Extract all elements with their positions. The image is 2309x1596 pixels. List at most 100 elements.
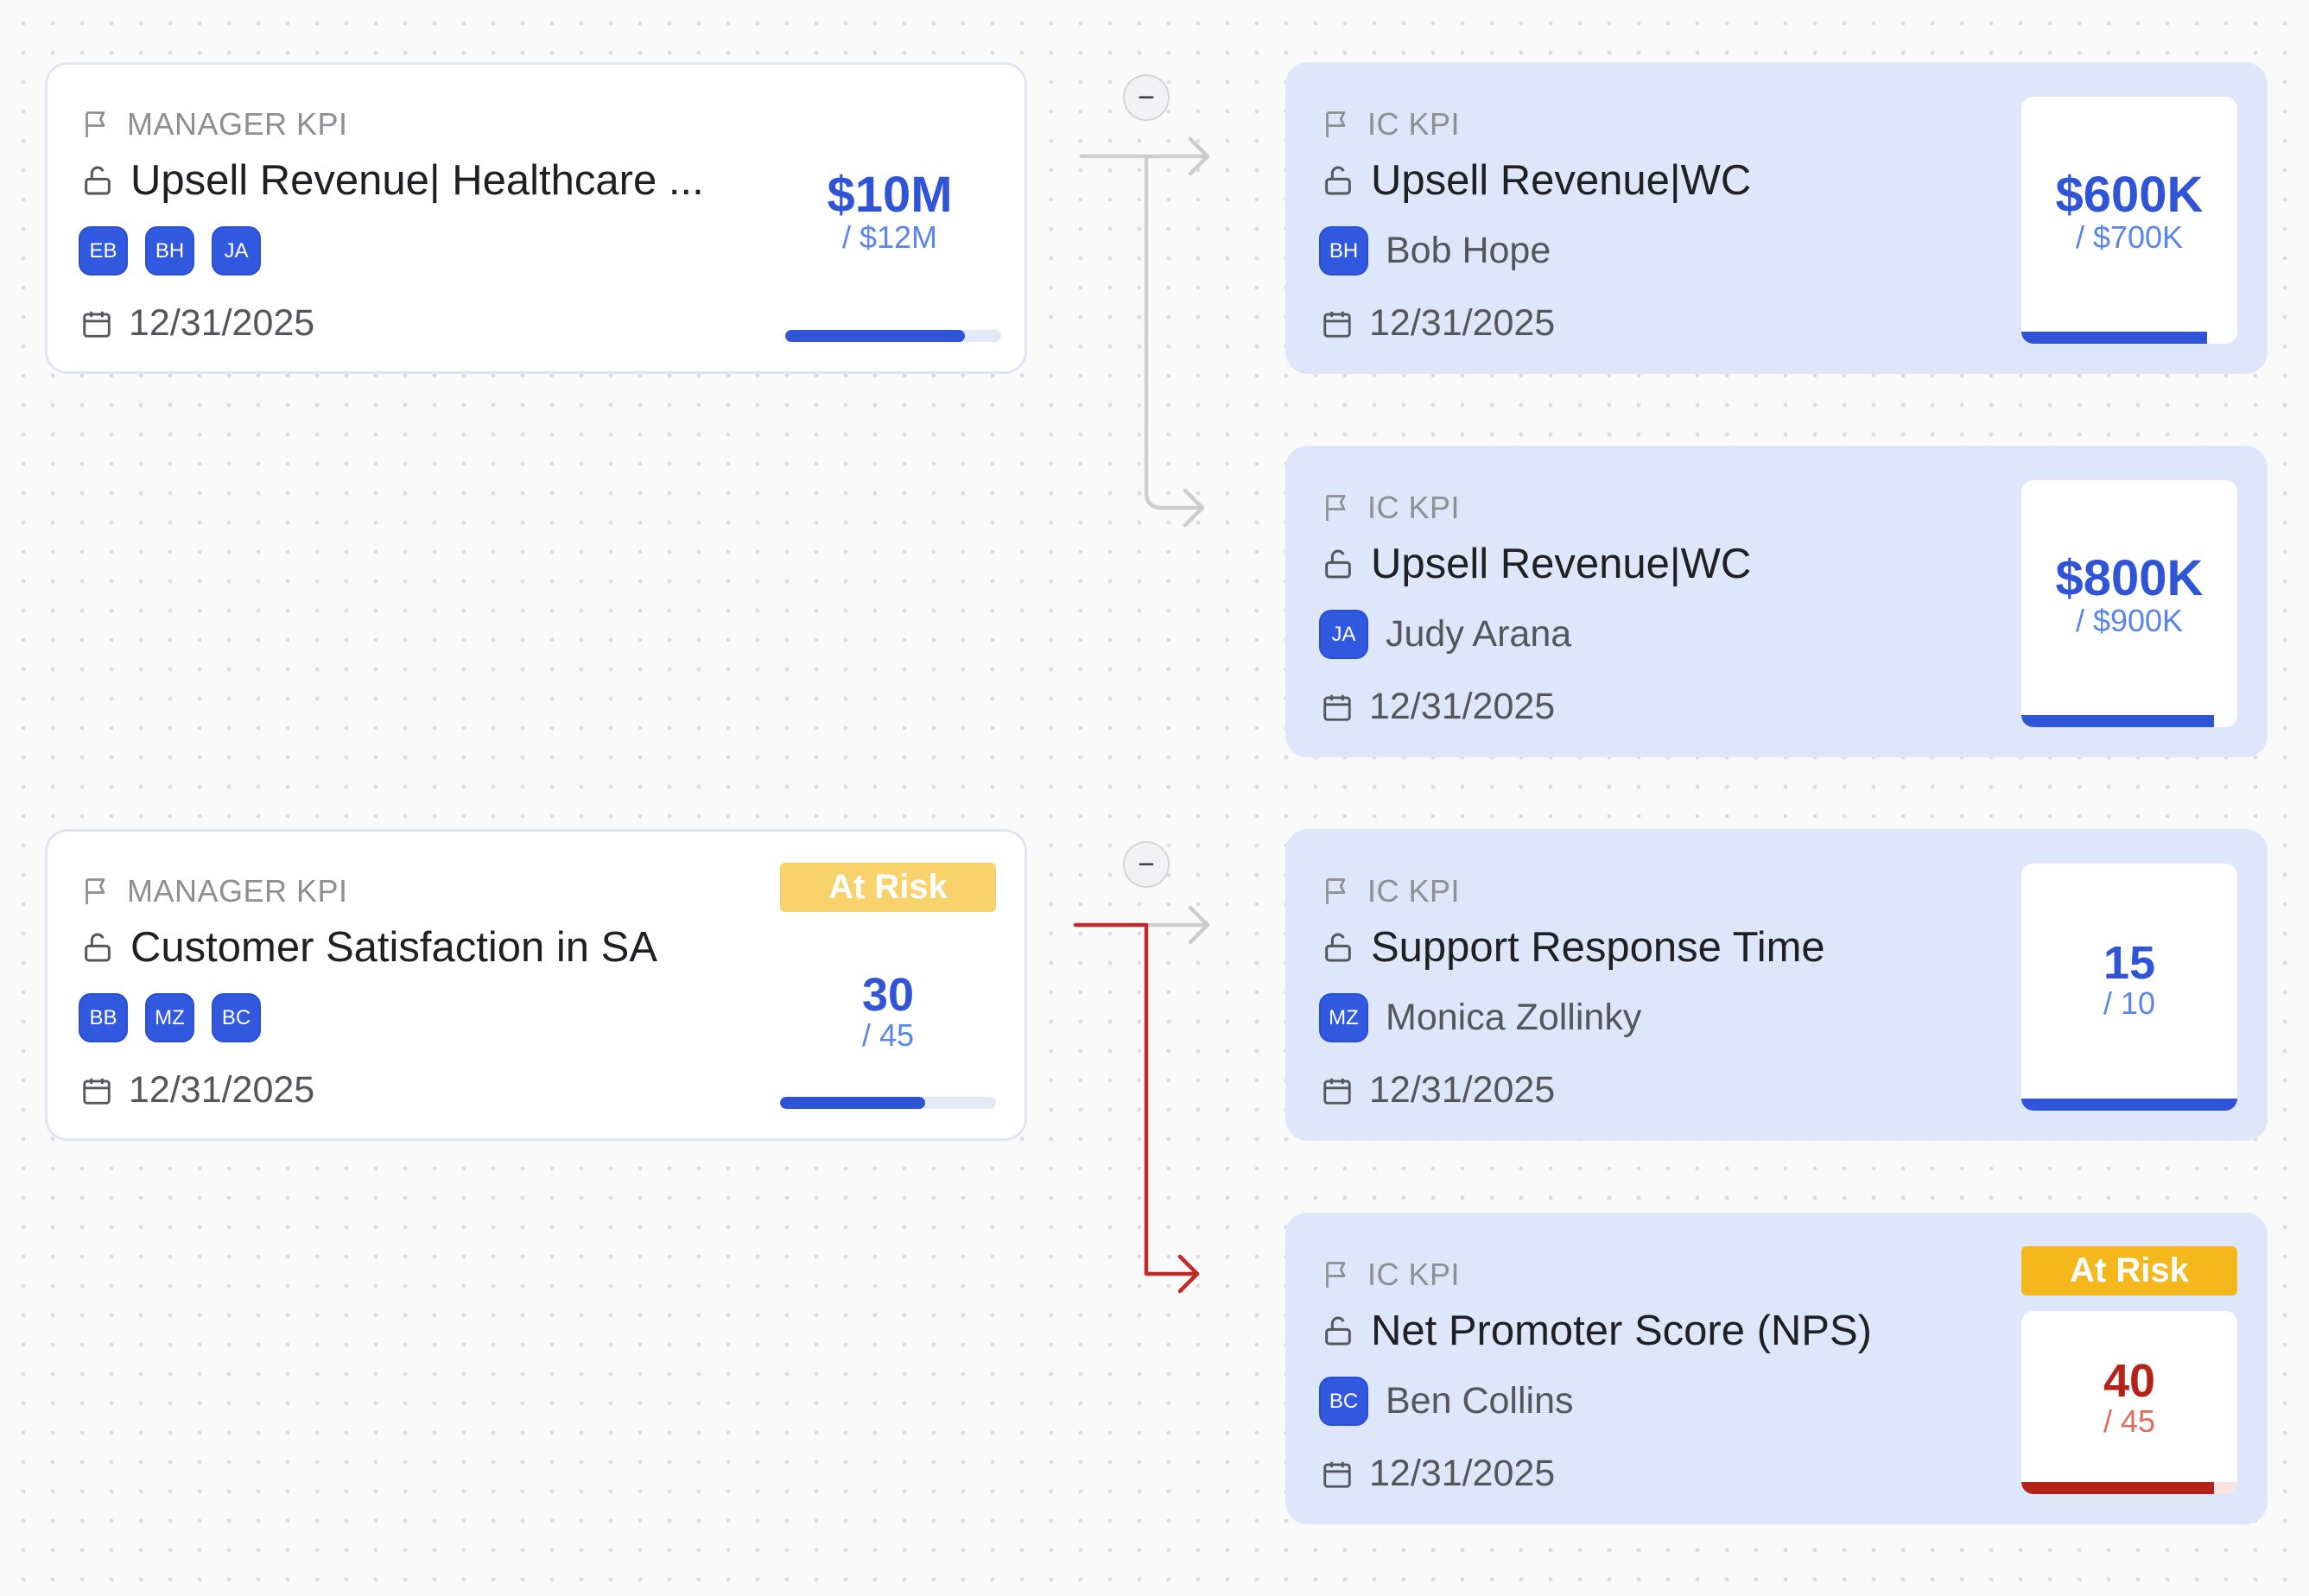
owner-row: MZ Monica Zollinky — [1319, 993, 1641, 1042]
avatar[interactable]: BH — [145, 226, 194, 276]
ic-kpi-card[interactable]: IC KPI Support Response Time MZ Monica Z… — [1285, 829, 2268, 1141]
lock-open-icon — [1321, 930, 1355, 965]
kpi-title-row: Support Response Time — [1321, 923, 1825, 972]
kpi-target: / $900K — [2075, 603, 2184, 638]
kpi-title-row: Upsell Revenue| Healthcare ... — [80, 156, 704, 205]
kpi-value: $10M — [827, 167, 953, 223]
calendar-icon — [1321, 1074, 1354, 1107]
kpi-value: $600K — [2055, 167, 2204, 223]
owner-row: JA Judy Arana — [1319, 610, 1571, 659]
collapse-button-group-1[interactable]: − — [1123, 74, 1170, 121]
avatar[interactable]: MZ — [145, 993, 194, 1042]
lock-open-icon — [80, 930, 115, 965]
due-date-row: 12/31/2025 — [1321, 302, 1555, 345]
kpi-title-row: Upsell Revenue|WC — [1321, 156, 1751, 205]
kpi-title-row: Upsell Revenue|WC — [1321, 540, 1751, 588]
kpi-metric: 40 / 45 — [2021, 1358, 2237, 1439]
flag-icon — [1321, 1259, 1352, 1290]
avatar[interactable]: EB — [79, 226, 128, 276]
due-date-row: 12/31/2025 — [80, 1069, 314, 1112]
progress-fill — [2021, 1099, 2237, 1111]
manager-kpi-card[interactable]: MANAGER KPI At Risk Customer Satisfactio… — [45, 829, 1027, 1141]
kpi-kind-label: IC KPI — [1367, 1257, 1461, 1292]
kpi-metric-box: 15 / 10 — [2021, 864, 2237, 1111]
avatar[interactable]: MZ — [1319, 993, 1368, 1042]
due-date: 12/31/2025 — [1369, 302, 1556, 344]
progress-fill — [2021, 332, 2207, 344]
progress-bar — [2021, 1482, 2237, 1494]
kpi-kind-label: MANAGER KPI — [127, 873, 348, 909]
status-badge: At Risk — [780, 863, 996, 912]
kpi-kind-row: IC KPI — [1321, 1257, 1460, 1293]
flag-icon — [1321, 109, 1352, 140]
kpi-title-row: Customer Satisfaction in SA — [80, 923, 657, 972]
kpi-target: / $12M — [841, 219, 938, 255]
ic-kpi-card[interactable]: IC KPI At Risk Net Promoter Score (NPS) … — [1285, 1213, 2268, 1524]
calendar-icon — [80, 1074, 113, 1107]
kpi-metric-box: $800K / $900K — [2021, 480, 2237, 727]
owner-name: Ben Collins — [1386, 1380, 1574, 1422]
kpi-kind-label: IC KPI — [1367, 873, 1461, 909]
due-date-row: 12/31/2025 — [80, 302, 314, 345]
avatar[interactable]: BB — [79, 993, 128, 1042]
due-date-row: 12/31/2025 — [1321, 1069, 1555, 1112]
progress-fill — [780, 1097, 925, 1109]
kpi-kind-row: MANAGER KPI — [80, 106, 348, 142]
flag-icon — [1321, 876, 1352, 907]
kpi-kind-label: MANAGER KPI — [127, 106, 348, 142]
avatar[interactable]: BC — [212, 993, 261, 1042]
owner-name: Judy Arana — [1386, 613, 1572, 655]
collapse-button-group-2[interactable]: − — [1123, 841, 1170, 888]
kpi-metric: $600K / $700K — [2021, 170, 2237, 255]
due-date-row: 12/31/2025 — [1321, 1453, 1555, 1495]
progress-bar — [2021, 715, 2237, 727]
owner-avatars: BB MZ BC — [79, 993, 278, 1042]
avatar[interactable]: BH — [1319, 226, 1368, 276]
kpi-metric: $10M / $12M — [782, 170, 998, 255]
calendar-icon — [1321, 307, 1354, 340]
kpi-metric: 15 / 10 — [2021, 940, 2237, 1021]
kpi-target: / 45 — [861, 1017, 915, 1053]
flag-icon — [1321, 492, 1352, 523]
kpi-metric-box: $600K / $700K — [2021, 97, 2237, 344]
kpi-title[interactable]: Net Promoter Score (NPS) — [1371, 1307, 1872, 1355]
progress-fill — [785, 330, 965, 342]
flag-icon — [80, 876, 111, 907]
due-date: 12/31/2025 — [1369, 686, 1556, 727]
connector-group-2 — [1073, 905, 1210, 1294]
avatar[interactable]: JA — [1319, 610, 1368, 659]
kpi-title[interactable]: Upsell Revenue|WC — [1371, 156, 1751, 205]
status-badge: At Risk — [2021, 1246, 2237, 1295]
kpi-title[interactable]: Support Response Time — [1371, 923, 1825, 972]
calendar-icon — [1321, 691, 1354, 724]
avatar[interactable]: JA — [212, 226, 261, 276]
calendar-icon — [1321, 1458, 1354, 1491]
kpi-target: / 45 — [2103, 1403, 2156, 1439]
kpi-title[interactable]: Customer Satisfaction in SA — [130, 923, 657, 972]
avatar[interactable]: BC — [1319, 1377, 1368, 1426]
due-date: 12/31/2025 — [129, 302, 315, 344]
lock-open-icon — [1321, 163, 1355, 198]
due-date: 12/31/2025 — [1369, 1453, 1556, 1494]
due-date-row: 12/31/2025 — [1321, 686, 1555, 728]
kpi-target: / 10 — [2103, 985, 2156, 1021]
ic-kpi-card[interactable]: IC KPI Upsell Revenue|WC BH Bob Hope 12/… — [1285, 62, 2268, 374]
kpi-metric: 30 / 45 — [780, 972, 996, 1053]
progress-bar — [2021, 1099, 2237, 1111]
manager-kpi-card[interactable]: MANAGER KPI Upsell Revenue| Healthcare .… — [45, 62, 1027, 374]
lock-open-icon — [80, 163, 115, 198]
ic-kpi-card[interactable]: IC KPI Upsell Revenue|WC JA Judy Arana 1… — [1285, 446, 2268, 757]
kpi-title[interactable]: Upsell Revenue|WC — [1371, 540, 1751, 588]
kpi-kind-label: IC KPI — [1367, 490, 1461, 525]
connector-group-1 — [1079, 136, 1210, 528]
kpi-title[interactable]: Upsell Revenue| Healthcare ... — [130, 156, 704, 205]
kpi-value: 15 — [2103, 937, 2156, 989]
calendar-icon — [80, 307, 113, 340]
owner-name: Bob Hope — [1386, 230, 1551, 271]
owner-row: BC Ben Collins — [1319, 1377, 1574, 1426]
progress-fill — [2021, 1482, 2214, 1494]
progress-bar — [2021, 332, 2237, 344]
due-date: 12/31/2025 — [129, 1069, 315, 1111]
kpi-value: $800K — [2055, 550, 2204, 606]
kpi-title-row: Net Promoter Score (NPS) — [1321, 1307, 1872, 1355]
